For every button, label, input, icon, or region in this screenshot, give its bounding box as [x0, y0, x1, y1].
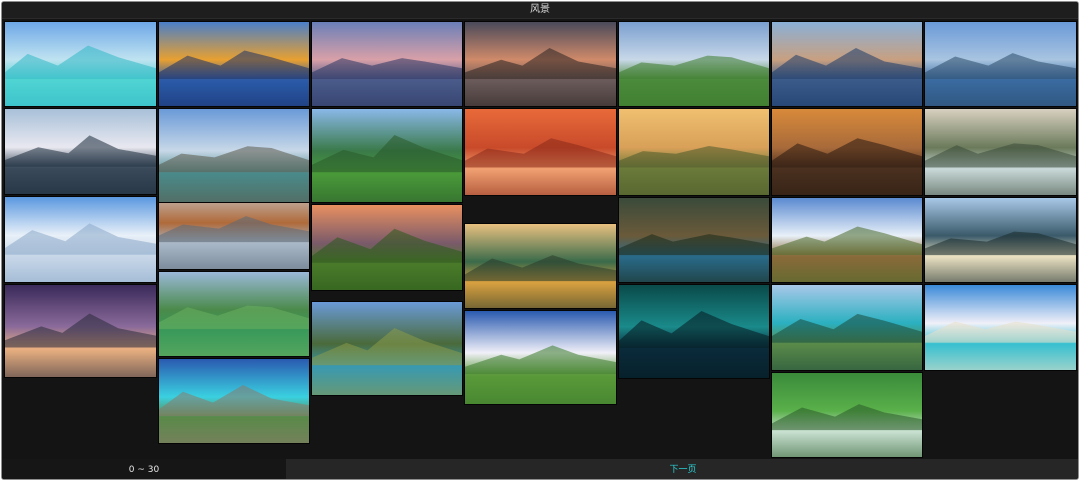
waterfall-river-photo[interactable] [924, 108, 1077, 196]
next-page-button[interactable]: 下一页 [286, 459, 1078, 479]
page-range-label: 0 ~ 30 [2, 459, 286, 479]
field-sunset-photo[interactable] [311, 204, 463, 291]
autumn-forest-photo[interactable] [464, 108, 617, 196]
meadow-dusk-photo[interactable] [618, 108, 770, 196]
window-title: 风景 [2, 2, 1078, 19]
alpine-lake-cabin-photo[interactable] [311, 301, 463, 396]
lake-mountain-dusk-photo[interactable] [464, 223, 617, 309]
grass-peak-photo[interactable] [311, 108, 463, 203]
aurora-lake-photo[interactable] [618, 284, 770, 379]
mist-valley-photo[interactable] [771, 108, 923, 196]
palm-beach-photo[interactable] [924, 284, 1077, 371]
cliff-waterfall-photo[interactable] [618, 197, 770, 283]
mountain-lake-reflection-photo[interactable] [158, 21, 310, 107]
sunset-lake-photo[interactable] [464, 21, 617, 107]
turquoise-lake-photo[interactable] [771, 284, 923, 371]
pier-dusk-photo[interactable] [4, 284, 157, 378]
green-hut-photo[interactable] [158, 271, 310, 357]
coastal-village-photo[interactable] [771, 21, 923, 107]
cloudy-hill-photo[interactable] [464, 310, 617, 405]
green-valley-photo[interactable] [618, 21, 770, 107]
rocky-lake-shore-photo[interactable] [158, 108, 310, 203]
image-gallery [2, 21, 1078, 459]
pagination-bar: 0 ~ 30 下一页 [2, 459, 1078, 479]
tropical-beach-photo[interactable] [4, 21, 157, 107]
snowy-peaks-photo[interactable] [4, 196, 157, 283]
mountain-lake-photo[interactable] [4, 108, 157, 195]
sunlit-mountain-photo[interactable] [924, 197, 1077, 283]
lake-castle-photo[interactable] [311, 21, 463, 107]
green-falls-photo[interactable] [771, 372, 923, 458]
alpine-range-photo[interactable] [924, 21, 1077, 107]
app-window: 风景 0 ~ 30 下一页 [1, 1, 1079, 480]
farm-barn-photo[interactable] [771, 197, 923, 283]
crystal-lake-photo[interactable] [158, 358, 310, 444]
